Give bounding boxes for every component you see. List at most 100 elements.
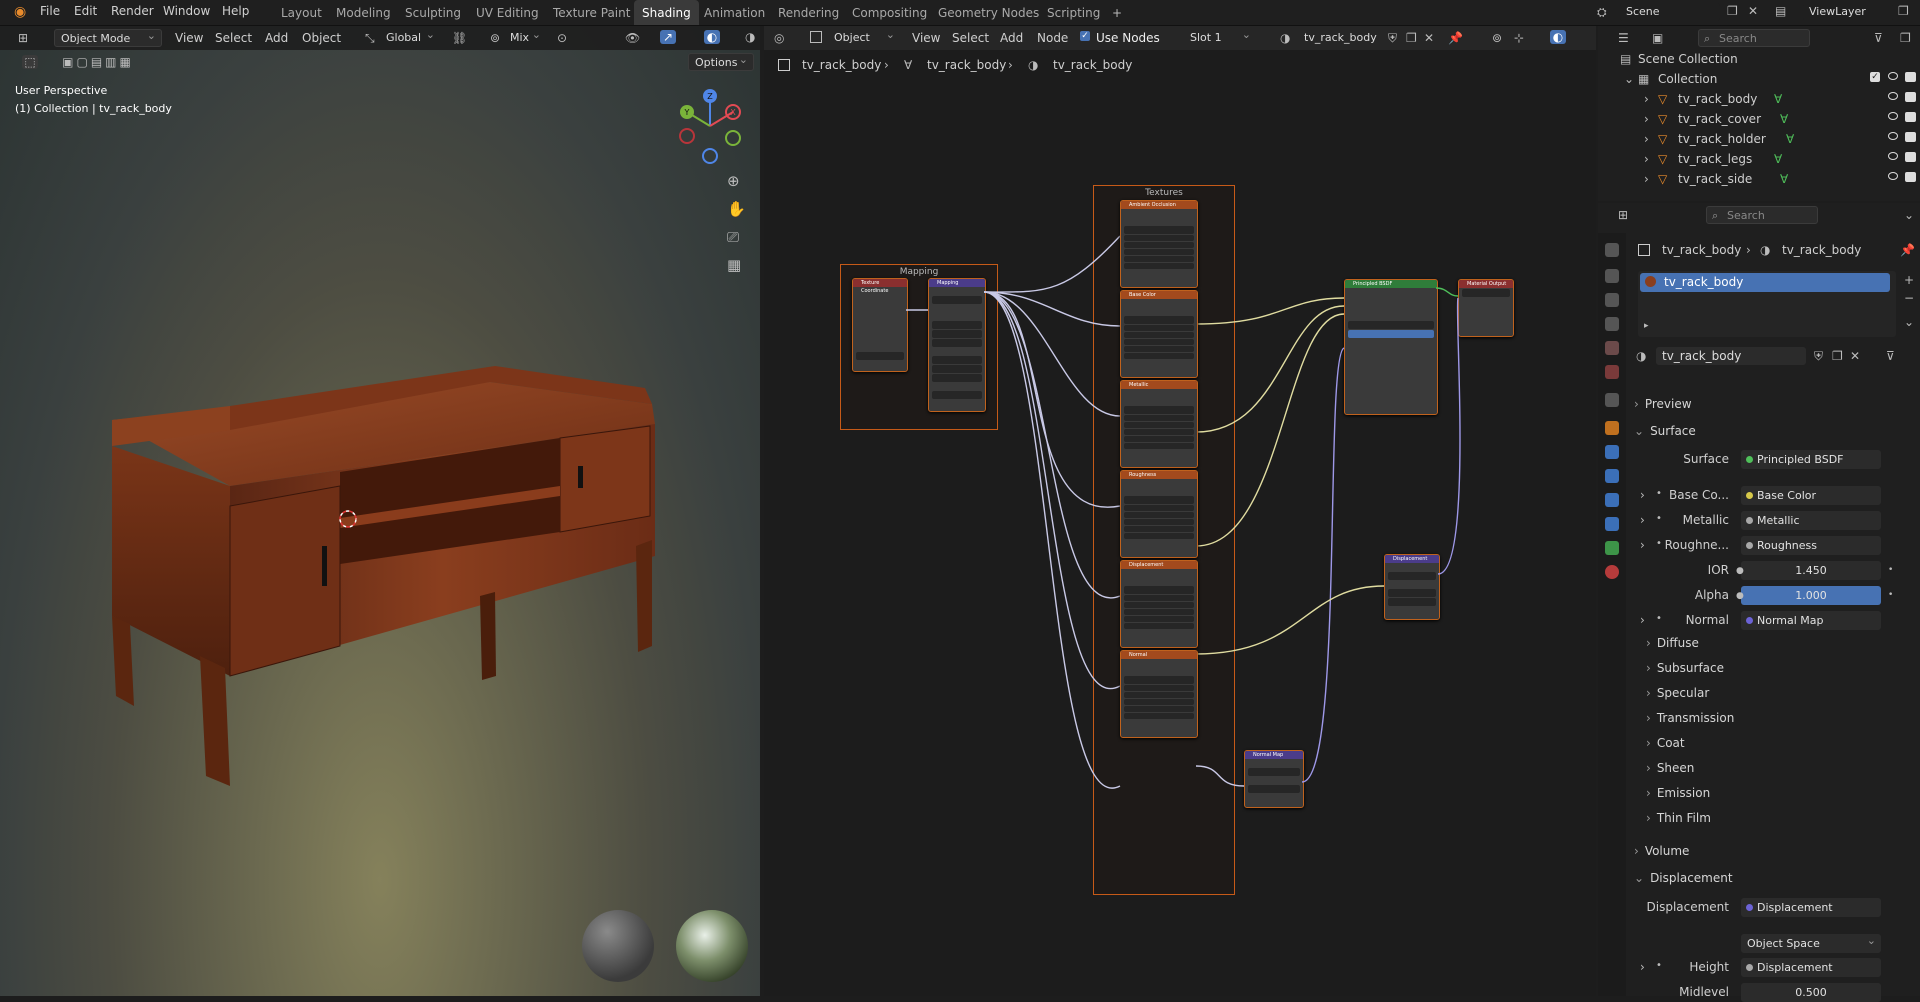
- tab-scripting[interactable]: Scripting: [1039, 0, 1108, 25]
- property-value-field[interactable]: 0.500: [1741, 983, 1881, 1002]
- property-value-field[interactable]: Base Color: [1741, 486, 1881, 505]
- crumb-material[interactable]: tv_rack_body: [1053, 58, 1132, 72]
- menu-edit[interactable]: Edit: [74, 4, 97, 18]
- shader-node-editor[interactable]: ◎ Object View Select Add Node ✓ Use Node…: [764, 26, 1596, 996]
- exclude-checkbox[interactable]: ✓: [1870, 72, 1880, 82]
- space-dropdown[interactable]: Object Space: [1741, 931, 1881, 953]
- tab-layout[interactable]: Layout: [273, 0, 330, 25]
- displacement-node[interactable]: Displacement: [1384, 554, 1440, 620]
- image-texture-node-metallic[interactable]: Metallic: [1120, 380, 1198, 468]
- surface-panel-header[interactable]: ⌄ Surface: [1634, 424, 1696, 438]
- outliner-editor-icon[interactable]: ☰: [1618, 31, 1629, 45]
- render-tab-icon[interactable]: [1605, 269, 1619, 283]
- tab-shading[interactable]: Shading: [634, 0, 699, 25]
- normal-map-node[interactable]: Normal Map: [1244, 750, 1304, 808]
- menu-help[interactable]: Help: [222, 4, 249, 18]
- node-menu-node[interactable]: Node: [1037, 31, 1068, 45]
- use-nodes-checkbox[interactable]: ✓: [1080, 31, 1090, 41]
- render-camera-icon[interactable]: [1905, 72, 1916, 82]
- crumb-object[interactable]: tv_rack_body: [802, 58, 881, 72]
- chevron-right-icon[interactable]: ›: [1644, 112, 1649, 126]
- mesh-data-icon[interactable]: ∀: [1780, 112, 1788, 126]
- chevron-right-icon[interactable]: ›: [1644, 152, 1649, 166]
- image-texture-node-roughness[interactable]: Roughness: [1120, 470, 1198, 558]
- chevron-right-icon[interactable]: ›: [1640, 960, 1645, 974]
- tab-uv-editing[interactable]: UV Editing: [468, 0, 547, 25]
- tool-tab-icon[interactable]: [1605, 243, 1619, 257]
- add-workspace-button[interactable]: +: [1104, 0, 1130, 25]
- property-value-field[interactable]: Metallic: [1741, 511, 1881, 530]
- visibility-eye-icon[interactable]: [1888, 72, 1898, 80]
- tab-rendering[interactable]: Rendering: [770, 0, 847, 25]
- chevron-right-icon[interactable]: ›: [1644, 172, 1649, 186]
- outliner-object-row[interactable]: › ▽ tv_rack_body ∀: [1598, 89, 1920, 109]
- image-texture-node-normal[interactable]: Normal: [1120, 650, 1198, 738]
- displacement-panel-header[interactable]: ⌄ Displacement: [1634, 871, 1733, 885]
- properties-options-icon[interactable]: ⌄: [1904, 208, 1914, 222]
- unlink-material-icon[interactable]: ✕: [1850, 349, 1860, 363]
- breadcrumb-material[interactable]: tv_rack_body: [1782, 243, 1861, 257]
- proportional-mix-dropdown[interactable]: Mix: [504, 26, 546, 47]
- outliner-object-row[interactable]: › ▽ tv_rack_cover ∀: [1598, 109, 1920, 129]
- material-name-field[interactable]: tv_rack_body: [1298, 29, 1386, 47]
- chevron-right-icon[interactable]: ›: [1644, 132, 1649, 146]
- property-value-field[interactable]: Displacement: [1741, 958, 1881, 977]
- node-menu-view[interactable]: View: [912, 31, 940, 45]
- chevron-right-icon[interactable]: ›: [1640, 488, 1645, 502]
- properties-editor-icon[interactable]: ⊞: [1618, 208, 1628, 222]
- outliner-scene-collection[interactable]: ▤ Scene Collection: [1598, 49, 1920, 69]
- display-mode-icon[interactable]: ▣: [1652, 31, 1663, 45]
- blender-logo-icon[interactable]: ◉: [14, 5, 26, 19]
- unlink-material-icon[interactable]: ✕: [1424, 31, 1434, 45]
- outliner-search-input[interactable]: ⌕ Search: [1698, 29, 1810, 47]
- node-menu-select[interactable]: Select: [952, 31, 989, 45]
- mesh-data-icon[interactable]: ∀: [1774, 92, 1782, 106]
- keyframe-dot-icon[interactable]: •: [1888, 588, 1893, 602]
- object-tab-icon[interactable]: [1605, 421, 1619, 435]
- view-layer-tab-icon[interactable]: [1605, 317, 1619, 331]
- tab-animation[interactable]: Animation: [696, 0, 773, 25]
- proportional-edit-icon[interactable]: ⊙: [557, 31, 567, 45]
- menu-window[interactable]: Window: [163, 4, 210, 18]
- texture-coordinate-node[interactable]: Texture Coordinate: [852, 278, 908, 372]
- keyframe-dot-icon[interactable]: •: [1888, 563, 1893, 577]
- zoom-icon[interactable]: ⊕: [727, 174, 740, 189]
- subpanel-header-thin-film[interactable]: › Thin Film: [1646, 811, 1711, 825]
- physics-tab-icon[interactable]: [1605, 493, 1619, 507]
- subpanel-header-transmission[interactable]: › Transmission: [1646, 711, 1734, 725]
- new-collection-icon[interactable]: ❐: [1900, 31, 1911, 45]
- orientation-dropdown[interactable]: Global: [380, 26, 440, 47]
- image-texture-node-ambient-occlusion[interactable]: Ambient Occlusion: [1120, 200, 1198, 288]
- snap-node-icon[interactable]: ⊚: [1492, 31, 1502, 45]
- image-texture-node-displacement[interactable]: Displacement: [1120, 560, 1198, 648]
- subpanel-header-subsurface[interactable]: › Subsurface: [1646, 661, 1724, 675]
- render-camera-icon[interactable]: [1905, 172, 1916, 182]
- viewport-menu-view[interactable]: View: [175, 31, 203, 45]
- render-camera-icon[interactable]: [1905, 152, 1916, 162]
- data-tab-icon[interactable]: [1605, 541, 1619, 555]
- camera-view-icon[interactable]: ⎚: [727, 230, 739, 245]
- material-browse-icon[interactable]: ◑: [1280, 31, 1290, 45]
- viewport-menu-select[interactable]: Select: [215, 31, 252, 45]
- constraints-tab-icon[interactable]: [1605, 517, 1619, 531]
- new-view-layer-icon[interactable]: ❐: [1898, 4, 1909, 18]
- visibility-eye-icon[interactable]: [1888, 112, 1898, 120]
- subpanel-header-coat[interactable]: › Coat: [1646, 736, 1685, 750]
- delete-scene-icon[interactable]: ✕: [1748, 4, 1758, 18]
- node-overlay-icon[interactable]: ◐: [1550, 30, 1566, 44]
- tab-modeling[interactable]: Modeling: [328, 0, 399, 25]
- slot-specials-icon[interactable]: ⌄: [1904, 315, 1914, 329]
- navigation-gizmo[interactable]: Z Y X: [670, 86, 750, 166]
- principled-bsdf-node[interactable]: Principled BSDF: [1344, 279, 1438, 415]
- crumb-mesh[interactable]: tv_rack_body: [927, 58, 1006, 72]
- 3d-viewport[interactable]: ⊞ Object Mode View Select Add Object ⤡ G…: [0, 26, 760, 996]
- visibility-eye-icon[interactable]: [1888, 172, 1898, 180]
- properties-search-input[interactable]: ⌕ Search: [1706, 206, 1818, 224]
- new-scene-icon[interactable]: ❐: [1727, 4, 1738, 18]
- chevron-down-icon[interactable]: ⌄: [1624, 72, 1634, 86]
- filter-icon[interactable]: ⊽: [1874, 31, 1883, 45]
- mesh-data-icon[interactable]: ∀: [1780, 172, 1788, 186]
- visibility-icon[interactable]: 👁: [625, 31, 640, 45]
- render-camera-icon[interactable]: [1905, 112, 1916, 122]
- visibility-eye-icon[interactable]: [1888, 92, 1898, 100]
